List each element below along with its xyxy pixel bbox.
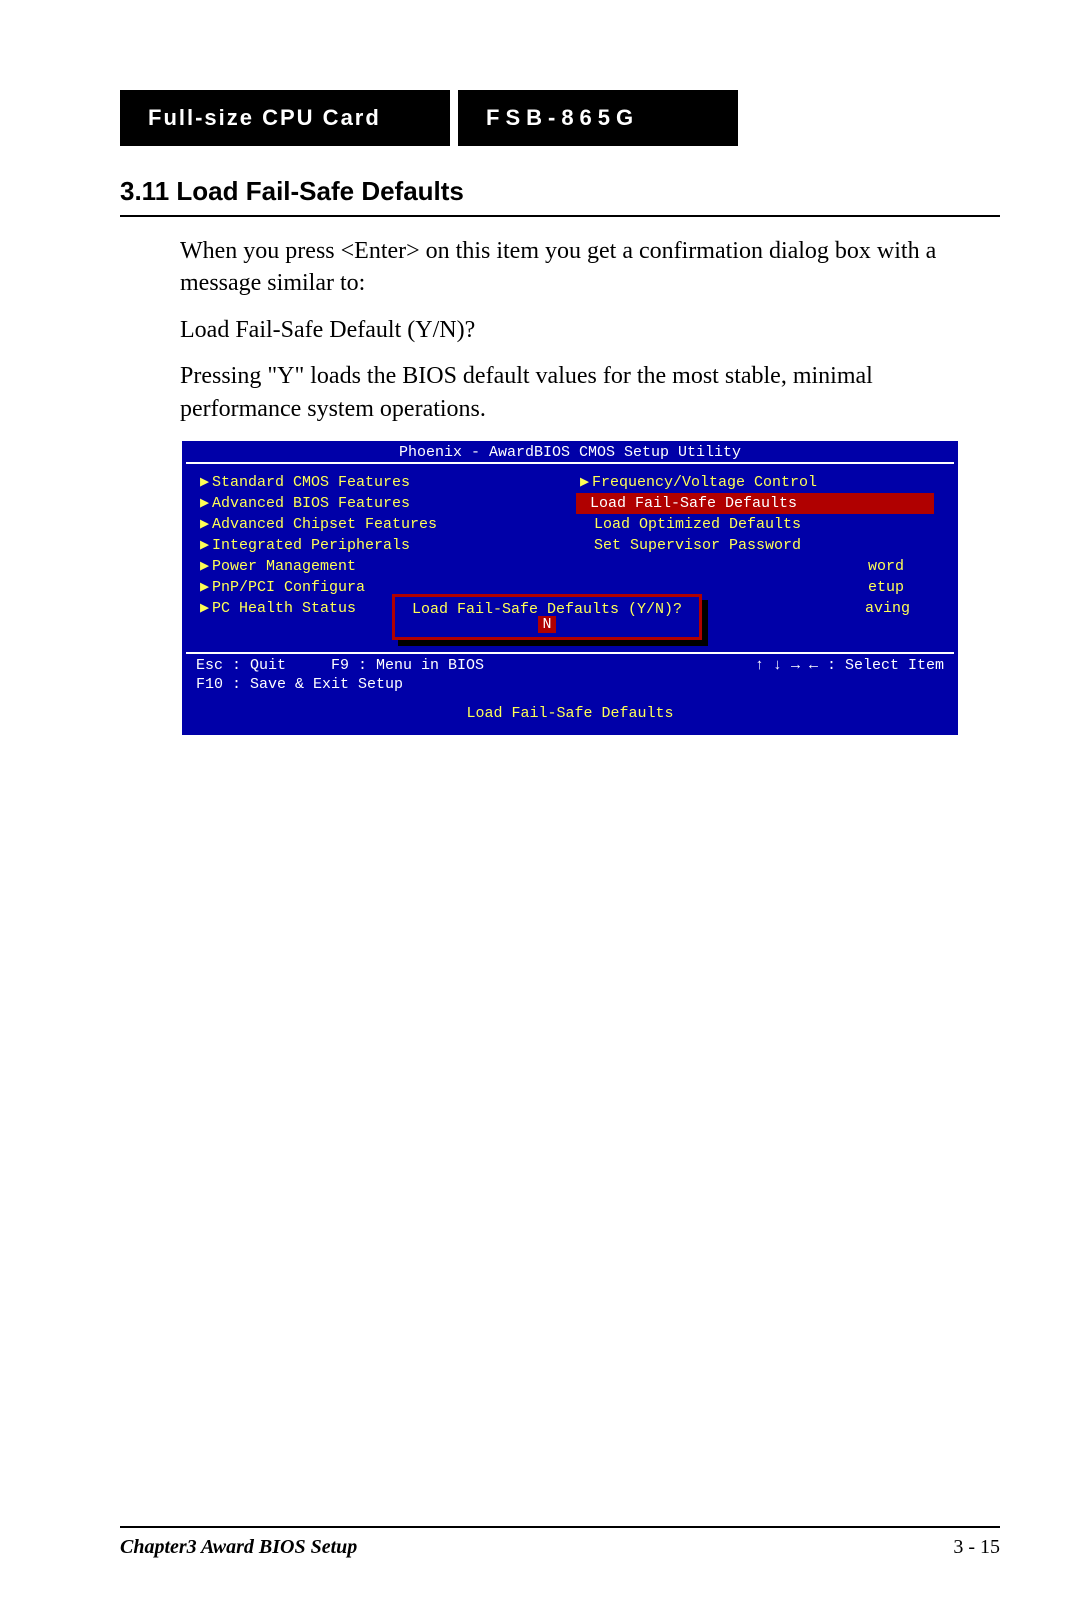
footer-page-number: 3 - 15 [953,1536,1000,1559]
page-footer: Chapter3 Award BIOS Setup 3 - 15 [80,1526,1000,1559]
bios-menu-item[interactable]: ▶Power Management [196,556,564,577]
bios-screenshot: Phoenix - AwardBIOS CMOS Setup Utility ▶… [180,439,960,737]
bios-menu-fragment: word [576,556,944,577]
header-product-type: Full-size CPU Card [120,90,450,146]
paragraph-intro: When you press <Enter> on this item you … [180,235,960,300]
bios-menu-item[interactable]: ▶Integrated Peripherals [196,535,564,556]
bios-menu-item[interactable]: ▶Advanced BIOS Features [196,493,564,514]
page-header: Full-size CPU Card FSB-865G [120,90,1000,146]
bios-menu-item[interactable]: ▶Frequency/Voltage Control [576,472,944,493]
bios-menu-item[interactable]: Load Optimized Defaults [576,514,944,535]
bios-menu-item-selected[interactable]: Load Fail-Safe Defaults [576,493,934,514]
bios-confirm-dialog[interactable]: Load Fail-Safe Defaults (Y/N)? N [392,594,702,640]
section-rule [120,215,1000,217]
bios-footer-hint: Load Fail-Safe Defaults [182,696,958,735]
bios-menu-body: ▶Standard CMOS Features ▶Advanced BIOS F… [186,462,954,654]
dialog-response[interactable]: N [538,616,555,633]
bios-menu-item[interactable]: ▶Advanced Chipset Features [196,514,564,535]
header-model: FSB-865G [458,90,738,146]
paragraph-explain: Pressing "Y" loads the BIOS default valu… [180,360,960,425]
bios-menu-item[interactable]: Set Supervisor Password [576,535,944,556]
footer-chapter: Chapter3 Award BIOS Setup [120,1536,357,1559]
footer-rule [120,1526,1000,1528]
section-title: 3.11 Load Fail-Safe Defaults [120,176,1000,207]
bios-help-line1: Esc : Quit F9 : Menu in BIOS ↑ ↓ → ← : S… [186,654,954,677]
bios-title: Phoenix - AwardBIOS CMOS Setup Utility [182,441,958,462]
document-page: Full-size CPU Card FSB-865G 3.11 Load Fa… [0,0,1080,1621]
bios-help-line2: F10 : Save & Exit Setup [186,677,954,696]
bios-menu-item[interactable]: ▶Standard CMOS Features [196,472,564,493]
paragraph-prompt: Load Fail-Safe Default (Y/N)? [180,314,960,346]
